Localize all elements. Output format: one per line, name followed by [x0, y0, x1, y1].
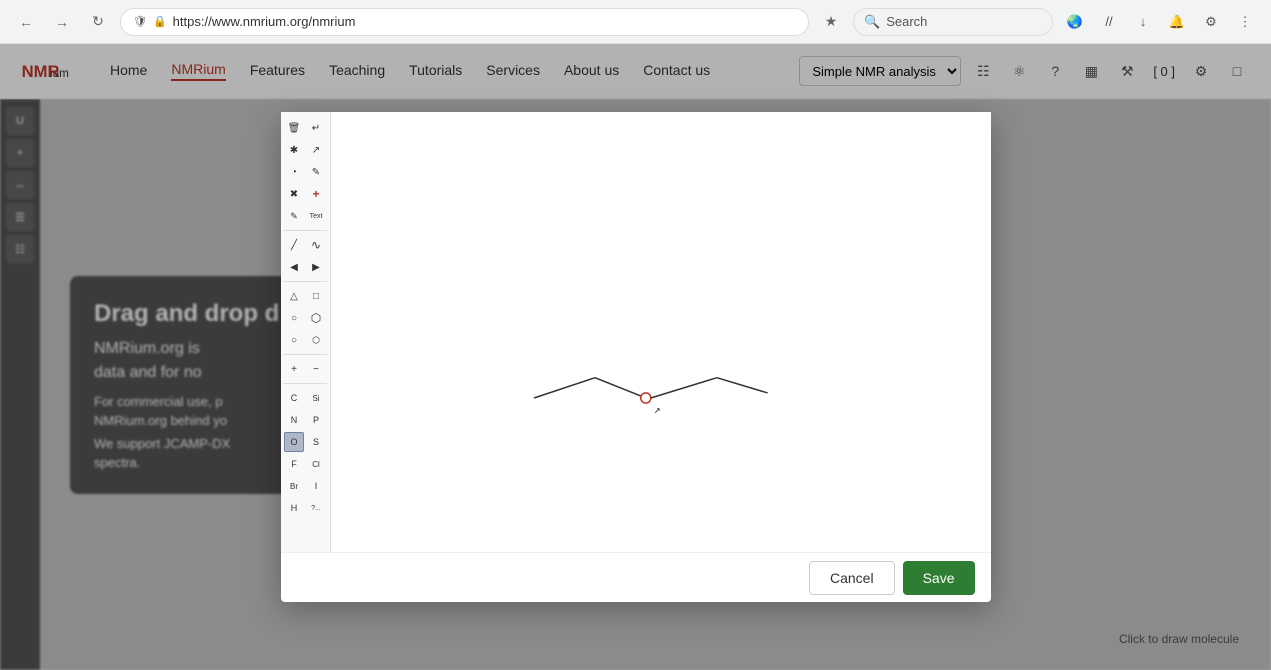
octagon-tool[interactable]: ⬡ [306, 330, 326, 350]
tool-row-1: 🗑 ↵ [284, 118, 326, 138]
hydrogen-tool[interactable]: H [284, 498, 304, 518]
divider-2 [283, 281, 327, 282]
svg-text:↗: ↗ [653, 403, 660, 416]
plus-tool[interactable]: + [284, 359, 304, 379]
forward-button[interactable]: → [48, 8, 76, 36]
tool-row-10: ○ ⬡ [284, 330, 326, 350]
lock-icon: 🔒 [153, 15, 167, 28]
modal-footer: Cancel Save [281, 552, 991, 602]
sulfur-tool[interactable]: S [306, 432, 326, 452]
tool-row-5: ✎ Text [284, 206, 326, 226]
mol-canvas[interactable]: ↗ [331, 112, 991, 552]
tool-row-11: + − [284, 359, 326, 379]
pencil-tool[interactable]: ✎ [306, 162, 326, 182]
menu-icon[interactable]: ⋮ [1231, 8, 1259, 36]
browser-icons: 🌏 // ↓ 🔔 ⚙ ⋮ [1061, 8, 1259, 36]
extension-icon-2[interactable]: // [1095, 8, 1123, 36]
divider-3 [283, 354, 327, 355]
site-wrapper: NMR ium Home NMRium Features Teaching Tu… [0, 44, 1271, 670]
shield-icon: 🛡 [133, 15, 147, 28]
notification-icon[interactable]: 🔔 [1163, 8, 1191, 36]
divider-1 [283, 230, 327, 231]
delete-tool[interactable]: 🗑 [284, 118, 304, 138]
arrow-left-tool[interactable]: ◀ [284, 257, 304, 277]
modal-body: 🗑 ↵ ✱ ↗ ◔ ✎ ✖ + [281, 112, 991, 552]
atom-row-1: C Si [284, 388, 326, 408]
chlorine-tool[interactable]: Cl [306, 454, 326, 474]
bond-tool[interactable]: ↗ [306, 140, 326, 160]
search-text: Search [886, 14, 927, 29]
charge-tool[interactable]: + [306, 184, 326, 204]
mol-editor-modal: 🗑 ↵ ✱ ↗ ◔ ✎ ✖ + [281, 112, 991, 602]
download-icon[interactable]: ↓ [1129, 8, 1157, 36]
star-button[interactable]: ★ [817, 8, 845, 36]
draw-tool[interactable]: ✎ [284, 206, 304, 226]
silicon-tool[interactable]: Si [306, 388, 326, 408]
atom-row-6: H ?... [284, 498, 326, 518]
oxygen-tool[interactable]: O [284, 432, 304, 452]
wave-tool[interactable]: ∿ [306, 235, 326, 255]
nitrogen-tool[interactable]: N [284, 410, 304, 430]
divider-4 [283, 383, 327, 384]
browser-bar: ← → ↻ 🛡 🔒 https://www.nmrium.org/nmrium … [0, 0, 1271, 44]
text-tool[interactable]: Text [306, 206, 326, 226]
modal-overlay: 🗑 ↵ ✱ ↗ ◔ ✎ ✖ + [0, 44, 1271, 670]
extension-icon-1[interactable]: 🌏 [1061, 8, 1089, 36]
undo-tool[interactable]: ↵ [306, 118, 326, 138]
mol-toolbar: 🗑 ↵ ✱ ↗ ◔ ✎ ✖ + [281, 112, 331, 552]
carbon-tool[interactable]: C [284, 388, 304, 408]
tool-row-3: ◔ ✎ [284, 162, 326, 182]
phosphorus-tool[interactable]: P [306, 410, 326, 430]
atom-row-4: F Cl [284, 454, 326, 474]
hexagon-tool[interactable]: ⬡ [306, 308, 326, 328]
tool-row-7: ◀ ▶ [284, 257, 326, 277]
puzzle-icon[interactable]: ⚙ [1197, 8, 1225, 36]
search-bar[interactable]: 🔍 Search [853, 8, 1053, 36]
bromine-tool[interactable]: Br [284, 476, 304, 496]
mol-svg: ↗ [331, 112, 991, 552]
url-text: https://www.nmrium.org/nmrium [173, 14, 356, 29]
tool-row-6: ╱ ∿ [284, 235, 326, 255]
fluorine-tool[interactable]: F [284, 454, 304, 474]
search-icon: 🔍 [864, 14, 880, 30]
arrow-right-tool[interactable]: ▶ [306, 257, 326, 277]
lasso-tool[interactable]: ◔ [284, 162, 304, 182]
circle2-tool[interactable]: ○ [284, 330, 304, 350]
cancel-button[interactable]: Cancel [809, 561, 895, 595]
eraser-tool[interactable]: ✖ [284, 184, 304, 204]
circle-tool[interactable]: ○ [284, 308, 304, 328]
custom-atom-tool[interactable]: ?... [306, 498, 326, 518]
tool-row-2: ✱ ↗ [284, 140, 326, 160]
reload-button[interactable]: ↻ [84, 8, 112, 36]
atom-row-2: N P [284, 410, 326, 430]
back-button[interactable]: ← [12, 8, 40, 36]
line-tool[interactable]: ╱ [284, 235, 304, 255]
tool-row-9: ○ ⬡ [284, 308, 326, 328]
minus-tool[interactable]: − [306, 359, 326, 379]
triangle-tool[interactable]: △ [284, 286, 304, 306]
tool-row-8: △ □ [284, 286, 326, 306]
square-tool[interactable]: □ [306, 286, 326, 306]
iodine-tool[interactable]: I [306, 476, 326, 496]
tool-row-4: ✖ + [284, 184, 326, 204]
atom-row-3: O S [284, 432, 326, 452]
atom-row-5: Br I [284, 476, 326, 496]
star-tool[interactable]: ✱ [284, 140, 304, 160]
save-button[interactable]: Save [903, 561, 975, 595]
address-bar[interactable]: 🛡 🔒 https://www.nmrium.org/nmrium [120, 8, 809, 36]
